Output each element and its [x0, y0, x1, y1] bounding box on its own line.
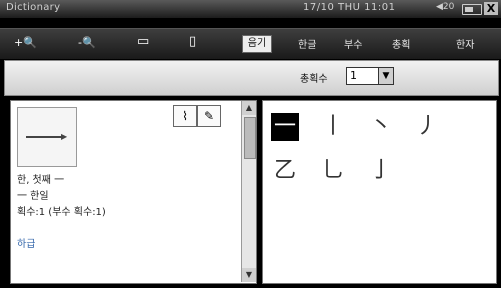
- stroke-item[interactable]: 乙: [271, 157, 299, 185]
- dictionary-app: Dictionary 17/10 THU 11:01 ◀20 X +🔍 -🔍 ▭…: [0, 0, 501, 288]
- zoom-in-icon[interactable]: +🔍: [14, 36, 37, 49]
- stroke-panel: 一 丨 丶 丿 乙 乚 亅: [262, 100, 497, 284]
- arrow-right-icon: ▶: [61, 132, 68, 141]
- scroll-down-icon[interactable]: ▼: [242, 268, 256, 282]
- close-button[interactable]: X: [484, 2, 498, 15]
- write-tool-button[interactable]: ⌇: [173, 105, 197, 127]
- title-bar: Dictionary 17/10 THU 11:01 ◀20 X: [0, 0, 501, 18]
- radical-button[interactable]: 부수: [344, 36, 362, 51]
- entry-stroke-info: 획수:1 (부수 획수:1): [17, 207, 106, 218]
- datetime: 17/10 THU 11:01: [303, 2, 396, 13]
- toolbar: +🔍 -🔍 ▭ ▯ 음기 한글 부수 총획 한자: [0, 28, 501, 59]
- entry-meaning: 一 한일: [17, 191, 49, 202]
- stroke-item[interactable]: 一: [271, 113, 299, 141]
- volume-level: 20: [442, 2, 455, 12]
- battery-icon: [462, 4, 482, 15]
- scroll-up-icon[interactable]: ▲: [242, 101, 256, 115]
- chevron-down-icon[interactable]: ▼: [378, 68, 393, 84]
- pen-tool-button[interactable]: ✎: [197, 105, 221, 127]
- entry-extra[interactable]: 하급: [17, 235, 35, 250]
- stroke-item[interactable]: 丿: [413, 113, 441, 141]
- stroke-count-select[interactable]: 1 ▼: [346, 67, 394, 85]
- total-strokes-button[interactable]: 총획: [392, 36, 410, 51]
- stroke-count-label: 총획수: [300, 74, 328, 85]
- hangul-read-button[interactable]: 음기: [242, 35, 272, 53]
- entry-reading: 한, 첫째 一: [17, 175, 65, 186]
- app-title: Dictionary: [6, 2, 61, 13]
- zoom-out-icon[interactable]: -🔍: [78, 36, 96, 49]
- entry-panel: ▶ ⌇ ✎ 한, 첫째 一 一 한일 획수:1 (부수 획수:1) 하급 ▲ ▼: [10, 100, 257, 284]
- options-bar: 총획수 1 ▼: [4, 60, 499, 96]
- stroke-count-value: 1: [350, 69, 357, 82]
- stroke-item[interactable]: 乚: [319, 157, 347, 185]
- hangul-button[interactable]: 한글: [298, 36, 316, 51]
- stroke-line: [26, 136, 64, 138]
- stroke-item[interactable]: 亅: [367, 157, 395, 185]
- stroke-item[interactable]: 丨: [319, 113, 347, 141]
- window-icon[interactable]: ▭: [137, 34, 149, 49]
- hanja-button[interactable]: 한자: [456, 36, 474, 51]
- volume-icon: ◀20: [436, 2, 455, 12]
- book-icon[interactable]: ▯: [189, 34, 196, 49]
- scrollbar[interactable]: ▲ ▼: [241, 101, 256, 282]
- scroll-thumb[interactable]: [244, 117, 256, 159]
- glyph-preview: ▶: [17, 107, 77, 167]
- stroke-item[interactable]: 丶: [367, 113, 395, 141]
